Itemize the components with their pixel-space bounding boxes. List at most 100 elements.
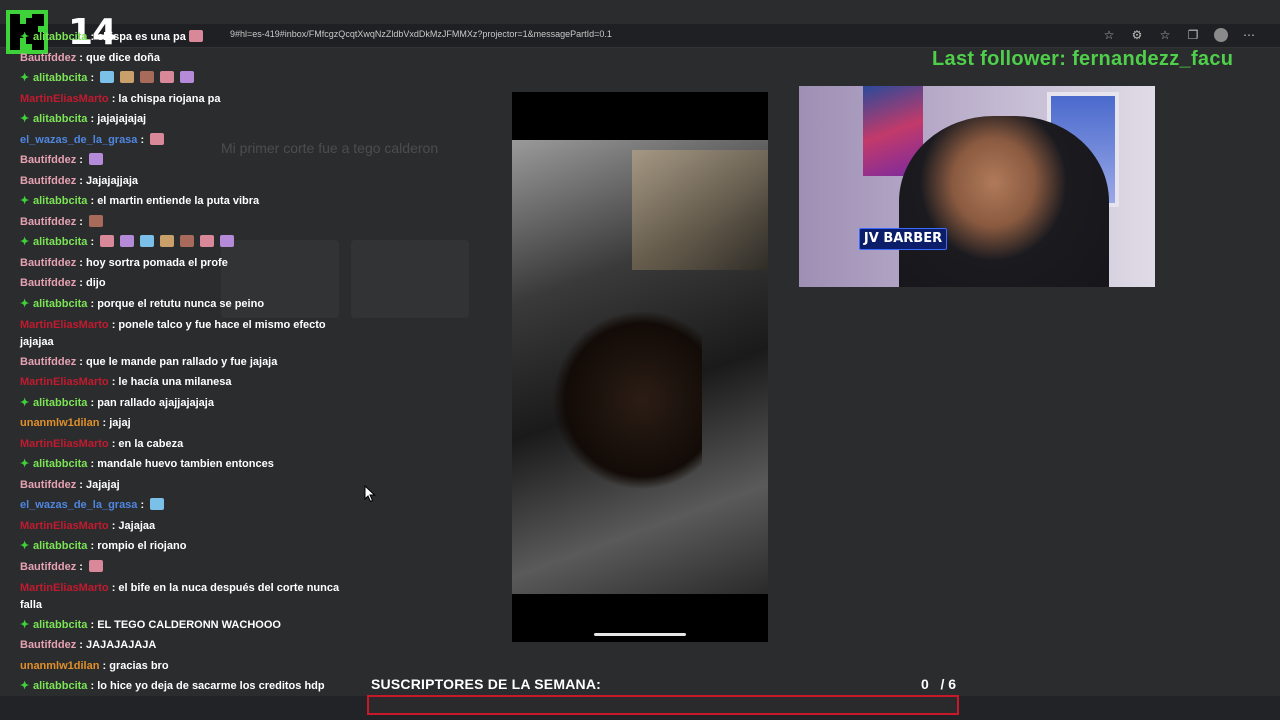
- chat-username[interactable]: alitabbcita: [33, 72, 87, 84]
- chat-separator: :: [108, 319, 119, 331]
- chat-message-text: que dice doña: [86, 51, 160, 64]
- chat-message: el_wazas_de_la_grasa :: [20, 498, 350, 512]
- profile-avatar[interactable]: [1214, 28, 1228, 42]
- subscriber-badge-icon: ✦: [20, 195, 30, 207]
- emote-icon: [100, 71, 115, 83]
- chat-username[interactable]: Bautifddez: [20, 175, 76, 187]
- chat-message: Bautifddez :: [20, 214, 350, 229]
- chat-username[interactable]: el_wazas_de_la_grasa: [20, 134, 137, 146]
- chat-separator: :: [99, 417, 110, 429]
- chat-username[interactable]: Bautifddez: [20, 154, 76, 166]
- subscriber-badge-icon: ✦: [20, 618, 30, 631]
- mouse-cursor-icon: [364, 485, 376, 503]
- chat-username[interactable]: Bautifddez: [20, 561, 76, 573]
- chat-message-text: dijo: [86, 277, 106, 289]
- chat-username[interactable]: alitabbcita: [33, 680, 87, 692]
- emote-icon: [150, 132, 165, 145]
- chat-message: Bautifddez : hoy sortra pomada el profe: [20, 256, 350, 270]
- subscriber-badge-icon: ✦: [20, 236, 30, 248]
- chat-username[interactable]: unanmlw1dilan: [20, 660, 99, 672]
- chat-username[interactable]: alitabbcita: [33, 195, 87, 207]
- chat-separator: :: [87, 396, 98, 409]
- chat-separator: :: [87, 540, 98, 552]
- chat-separator: :: [108, 376, 119, 388]
- extension-icon[interactable]: ⚙: [1130, 28, 1144, 42]
- chat-username[interactable]: alitabbcita: [33, 619, 87, 631]
- chat-username[interactable]: el_wazas_de_la_grasa: [20, 499, 137, 511]
- chat-username[interactable]: Bautifddez: [20, 52, 76, 64]
- chat-username[interactable]: MartinEliasMarto: [20, 582, 109, 594]
- subscriber-badge-icon: ✦: [20, 297, 30, 310]
- chat-message: Bautifddez : JAJAJAJAJA: [20, 638, 350, 652]
- chat-message: ✦ alitabbcita : chispa es una pa: [20, 30, 350, 44]
- chat-username[interactable]: alitabbcita: [33, 236, 87, 248]
- browser-toolbar: ☆ ⚙ ☆ ❐ ⋯: [1102, 28, 1256, 42]
- chat-username[interactable]: alitabbcita: [33, 31, 87, 43]
- subscriber-badge-icon: ✦: [20, 31, 30, 43]
- chat-message-text: chispa es una pa: [97, 31, 186, 43]
- star-icon[interactable]: ☆: [1102, 28, 1116, 42]
- emote-icon: [188, 30, 203, 42]
- chat-username[interactable]: MartinEliasMarto: [20, 376, 109, 388]
- chat-separator: :: [108, 437, 119, 450]
- chat-username[interactable]: MartinEliasMarto: [20, 520, 109, 532]
- chat-separator: :: [76, 560, 87, 573]
- chat-message: ✦ alitabbcita :: [20, 235, 350, 249]
- chat-message: Bautifddez : que dice doña: [20, 51, 350, 65]
- emote-icon: [220, 235, 235, 247]
- chat-username[interactable]: unanmlw1dilan: [20, 417, 99, 429]
- chat-username[interactable]: alitabbcita: [33, 113, 87, 125]
- chat-message: Bautifddez : Jajajajjaja: [20, 174, 350, 188]
- more-icon[interactable]: ⋯: [1242, 28, 1256, 42]
- chat-message: ✦ alitabbcita : pan rallado ajajjajajaja: [20, 396, 350, 410]
- chat-message-text: pan rallado ajajjajajaja: [97, 396, 214, 409]
- chat-separator: :: [87, 297, 98, 310]
- subs-goal-label: SUSCRIPTORES DE LA SEMANA:: [371, 676, 601, 692]
- chat-message: ✦ alitabbcita : mandale huevo tambien ent…: [20, 457, 350, 471]
- chat-message-text: que le mande pan rallado y fue jajaja: [86, 355, 278, 368]
- chat-separator: :: [76, 355, 87, 368]
- chat-separator: :: [76, 51, 87, 64]
- subs-current: 0: [921, 676, 929, 692]
- chat-username[interactable]: Bautifddez: [20, 257, 76, 269]
- chat-message: ✦ alitabbcita : EL TEGO CALDERONN WACHOOO: [20, 618, 350, 632]
- chat-username[interactable]: MartinEliasMarto: [20, 319, 109, 331]
- chat-username[interactable]: alitabbcita: [33, 540, 87, 552]
- chat-username[interactable]: Bautifddez: [20, 639, 76, 651]
- chat-message: unanmlw1dilan : jajaj: [20, 416, 350, 430]
- emote-icon: [89, 153, 104, 165]
- chat-separator: :: [137, 499, 148, 511]
- chat-message: MartinEliasMarto : ponele talco y fue ha…: [20, 317, 350, 351]
- favorites-icon[interactable]: ☆: [1158, 28, 1172, 42]
- chat-message: Bautifddez : que le mande pan rallado y …: [20, 355, 350, 369]
- chat-username[interactable]: MartinEliasMarto: [20, 438, 109, 450]
- chat-username[interactable]: alitabbcita: [33, 298, 87, 310]
- chat-message-text: rompio el riojano: [97, 540, 187, 552]
- chat-username[interactable]: alitabbcita: [33, 458, 87, 470]
- emote-icon: [180, 235, 195, 247]
- emote-icon: [89, 559, 104, 572]
- chat-username[interactable]: Bautifddez: [20, 356, 76, 368]
- emote-icon: [180, 71, 195, 83]
- chat-separator: :: [76, 154, 87, 166]
- chat-separator: :: [87, 113, 98, 125]
- chat-username[interactable]: Bautifddez: [20, 277, 76, 289]
- chat-username[interactable]: alitabbcita: [33, 397, 87, 409]
- chat-username[interactable]: MartinEliasMarto: [20, 93, 109, 105]
- emote-icon: [160, 71, 175, 83]
- chat-message: ✦ alitabbcita : rompio el riojano: [20, 539, 350, 553]
- collections-icon[interactable]: ❐: [1186, 28, 1200, 42]
- chat-username[interactable]: Bautifddez: [20, 216, 76, 228]
- chat-message-text: Jajajaa: [118, 519, 156, 532]
- last-follower: Last follower: fernandezz_facu: [932, 48, 1234, 70]
- chat-username[interactable]: Bautifddez: [20, 479, 76, 491]
- chat-message-text: Jajajaj: [86, 478, 120, 491]
- subscriber-badge-icon: ✦: [20, 113, 30, 125]
- phone-video[interactable]: [512, 92, 768, 642]
- chat-message-text: en la cabeza: [118, 437, 184, 450]
- chat-separator: :: [108, 582, 119, 594]
- neon-sign: JV BARBER: [859, 228, 947, 250]
- streamer: [899, 116, 1109, 287]
- chat-separator: :: [76, 639, 87, 651]
- chat-separator: :: [76, 174, 87, 187]
